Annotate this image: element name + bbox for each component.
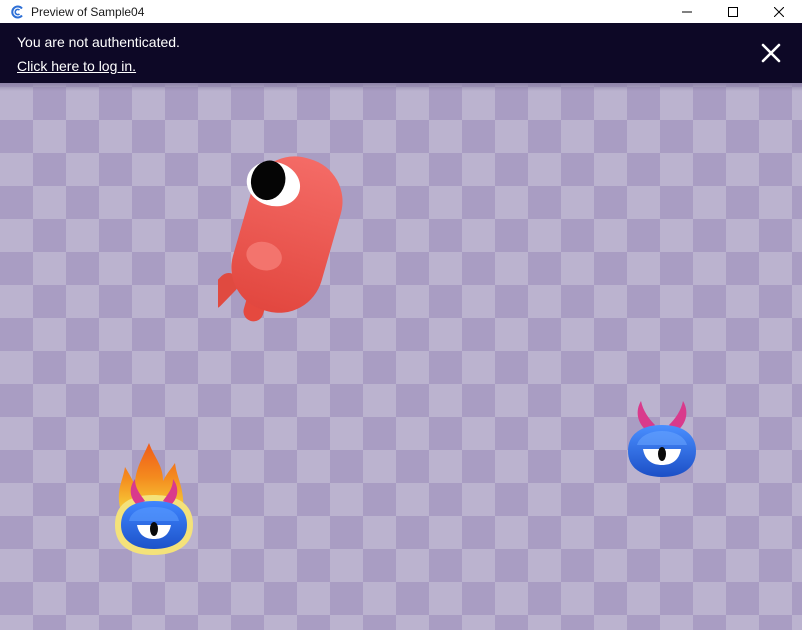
login-link[interactable]: Click here to log in. (17, 58, 136, 74)
game-canvas[interactable] (0, 83, 802, 630)
close-window-button[interactable] (756, 0, 802, 23)
flaming-blue-horned-monster[interactable] (111, 441, 197, 559)
auth-banner: You are not authenticated. Click here to… (0, 23, 802, 83)
close-icon (774, 6, 784, 17)
red-one-eyed-monster[interactable] (218, 153, 353, 328)
minimize-icon (682, 11, 692, 12)
auth-message: You are not authenticated. (17, 34, 180, 50)
maximize-button[interactable] (710, 0, 756, 23)
app-icon (9, 4, 25, 20)
window-titlebar[interactable]: Preview of Sample04 (0, 0, 802, 23)
blue-horned-monster[interactable] (625, 399, 699, 481)
window-controls (664, 0, 802, 23)
maximize-icon (728, 6, 738, 17)
window-title: Preview of Sample04 (31, 4, 145, 19)
minimize-button[interactable] (664, 0, 710, 23)
banner-shadow (0, 83, 802, 91)
close-icon[interactable] (760, 42, 782, 64)
